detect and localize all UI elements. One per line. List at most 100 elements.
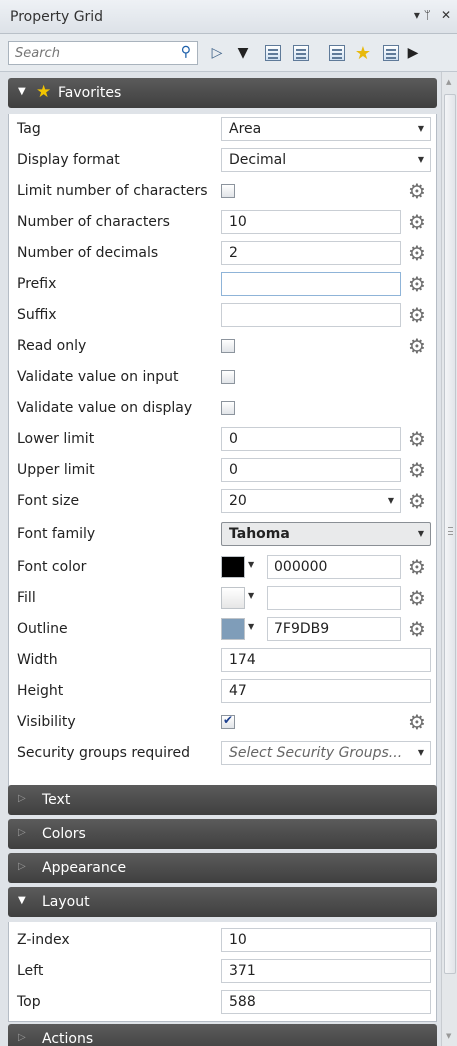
alphabetical-view-icon[interactable] [290, 42, 312, 64]
section-colors[interactable]: ▷ Colors [8, 819, 437, 849]
field-value: 47 [229, 683, 247, 699]
font-size-dropdown[interactable]: 20 ▼ [221, 489, 401, 513]
categorized-view-icon[interactable] [262, 42, 284, 64]
section-layout[interactable]: ▼ Layout [8, 887, 437, 917]
suffix-field[interactable] [221, 303, 401, 327]
field-value: 174 [229, 652, 256, 668]
chevron-down-icon[interactable]: ▼ [248, 560, 254, 569]
gear-icon[interactable]: ⚙ [406, 618, 428, 640]
outline-swatch[interactable] [221, 618, 245, 640]
field-value: 2 [229, 245, 238, 261]
search-input[interactable] [9, 42, 169, 64]
gear-icon[interactable]: ⚙ [406, 490, 428, 512]
title-bar: Property Grid ▾ ᛘ ✕ [0, 0, 457, 34]
prop-width: Width 174 [9, 645, 436, 676]
section-text[interactable]: ▷ Text [8, 785, 437, 815]
toolbar: ⚲ ▷ ▼ ★ ▶ [0, 34, 457, 72]
collapsed-icon: ▷ [18, 827, 26, 838]
prop-label: Font family [17, 526, 96, 542]
num-decimals-field[interactable]: 2 [221, 241, 401, 265]
dropdown-value: Select Security Groups... [229, 745, 403, 761]
favorites-panel: Tag Area ▼ Display format Decimal ▼ Limi… [8, 114, 437, 794]
field-value: 0 [229, 462, 238, 478]
chevron-down-icon: ▼ [417, 124, 424, 133]
prop-limit-chars: Limit number of characters ⚙ [9, 176, 436, 207]
prop-security: Security groups required Select Security… [9, 738, 436, 769]
dropdown-arrow-icon[interactable]: ▼ [232, 42, 254, 64]
copy-icon[interactable] [380, 42, 402, 64]
field-value: 0 [229, 431, 238, 447]
prop-label: Number of characters [17, 214, 170, 230]
section-actions[interactable]: ▷ Actions [8, 1024, 437, 1046]
width-field[interactable]: 174 [221, 648, 431, 672]
gear-icon[interactable]: ⚙ [406, 556, 428, 578]
favorites-star-icon[interactable]: ★ [352, 42, 374, 64]
display-format-dropdown[interactable]: Decimal ▼ [221, 148, 431, 172]
prop-lower-limit: Lower limit 0 ⚙ [9, 424, 436, 455]
height-field[interactable]: 47 [221, 679, 431, 703]
gear-icon[interactable]: ⚙ [406, 273, 428, 295]
dropdown-value: Tahoma [229, 526, 290, 542]
close-icon[interactable]: ✕ [441, 8, 451, 22]
limit-chars-checkbox[interactable] [221, 184, 235, 198]
top-field[interactable]: 588 [221, 990, 431, 1014]
chevron-down-icon[interactable]: ▼ [248, 622, 254, 631]
prop-height: Height 47 [9, 676, 436, 707]
prop-visibility: Visibility ⚙ [9, 707, 436, 738]
read-only-checkbox[interactable] [221, 339, 235, 353]
outline-hex-field[interactable]: 7F9DB9 [267, 617, 401, 641]
visibility-checkbox[interactable] [221, 713, 235, 729]
fill-hex-field[interactable] [267, 586, 401, 610]
prop-label: Security groups required [17, 745, 191, 761]
section-favorites[interactable]: ▼ ★ Favorites [8, 78, 437, 108]
gear-icon[interactable]: ⚙ [406, 587, 428, 609]
scroll-up-icon[interactable]: ▲ [446, 78, 451, 86]
validate-display-checkbox[interactable] [221, 401, 235, 415]
prefix-field[interactable] [221, 272, 401, 296]
dropdown-value: 20 [229, 493, 247, 509]
gear-icon[interactable]: ⚙ [406, 211, 428, 233]
tag-dropdown[interactable]: Area ▼ [221, 117, 431, 141]
section-label: Layout [42, 894, 90, 910]
prop-read-only: Read only ⚙ [9, 331, 436, 362]
gear-icon[interactable]: ⚙ [406, 242, 428, 264]
more-arrow-icon[interactable]: ▶ [402, 42, 424, 64]
chevron-down-icon[interactable]: ▼ [248, 591, 254, 600]
collapsed-icon: ▷ [18, 1032, 26, 1043]
search-box[interactable]: ⚲ [8, 41, 198, 65]
section-label: Appearance [42, 860, 127, 876]
lower-limit-field[interactable]: 0 [221, 427, 401, 451]
field-value: 000000 [274, 559, 328, 575]
scrollbar-thumb[interactable] [444, 94, 456, 974]
gear-icon[interactable]: ⚙ [406, 180, 428, 202]
chevron-down-icon: ▼ [417, 155, 424, 164]
scroll-down-icon[interactable]: ▼ [446, 1032, 451, 1040]
gear-icon[interactable]: ⚙ [406, 711, 428, 733]
gear-icon[interactable]: ⚙ [406, 335, 428, 357]
font-color-swatch[interactable] [221, 556, 245, 578]
pin-icon[interactable]: ▾ ᛘ [414, 8, 431, 22]
validate-input-checkbox[interactable] [221, 370, 235, 384]
edit-properties-icon[interactable] [326, 42, 348, 64]
prop-label: Width [17, 652, 58, 668]
window-controls: ▾ ᛘ ✕ [414, 8, 451, 22]
search-icon[interactable]: ⚲ [181, 44, 191, 60]
gear-icon[interactable]: ⚙ [406, 459, 428, 481]
security-groups-dropdown[interactable]: Select Security Groups... ▼ [221, 741, 431, 765]
font-family-dropdown[interactable]: Tahoma ▼ [221, 522, 431, 546]
upper-limit-field[interactable]: 0 [221, 458, 401, 482]
field-value: 371 [229, 963, 256, 979]
num-chars-field[interactable]: 10 [221, 210, 401, 234]
prop-label: Fill [17, 590, 36, 606]
vertical-scrollbar[interactable]: ▲ ▼ [441, 72, 457, 1046]
play-icon[interactable]: ▷ [206, 42, 228, 64]
prop-num-chars: Number of characters 10 ⚙ [9, 207, 436, 238]
section-appearance[interactable]: ▷ Appearance [8, 853, 437, 883]
font-color-hex-field[interactable]: 000000 [267, 555, 401, 579]
fill-swatch[interactable] [221, 587, 245, 609]
left-field[interactable]: 371 [221, 959, 431, 983]
z-index-field[interactable]: 10 [221, 928, 431, 952]
gear-icon[interactable]: ⚙ [406, 428, 428, 450]
gear-icon[interactable]: ⚙ [406, 304, 428, 326]
chevron-down-icon: ▼ [417, 529, 424, 538]
